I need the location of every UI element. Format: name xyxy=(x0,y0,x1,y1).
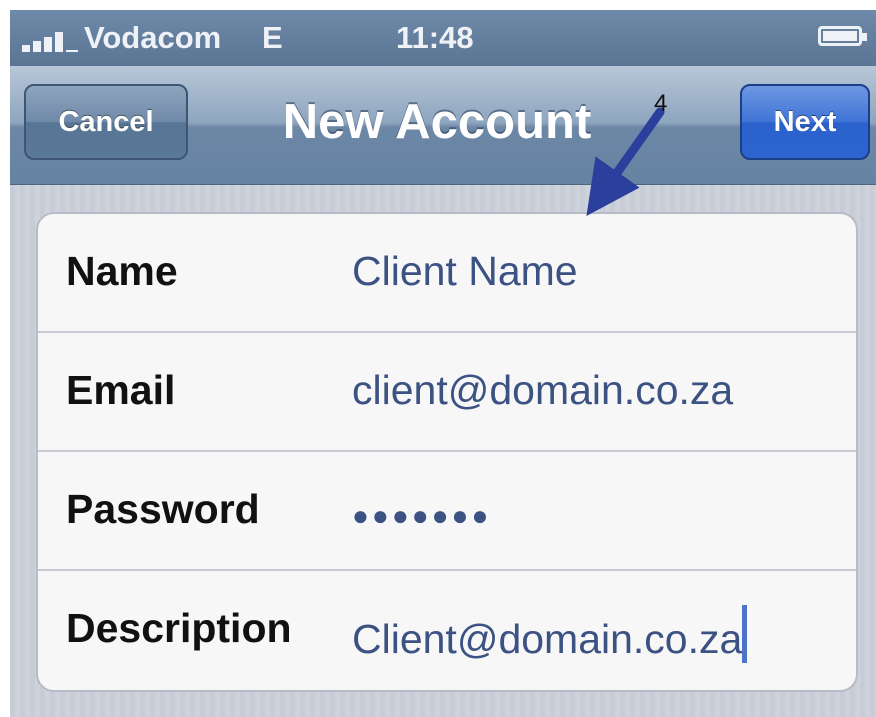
name-field[interactable]: Client Name xyxy=(352,248,578,295)
network-type: E xyxy=(262,20,283,55)
form-row-password[interactable]: Password ●●●●●●● xyxy=(38,452,856,571)
password-field[interactable]: ●●●●●●● xyxy=(352,500,491,532)
annotation-number: 4 xyxy=(654,90,668,117)
form-row-email[interactable]: Email client@domain.co.za xyxy=(38,333,856,452)
status-bar: Vodacom E 11:48 xyxy=(10,10,876,66)
annotation-arrow-icon xyxy=(586,107,665,217)
form-row-name[interactable]: Name Client Name xyxy=(38,214,856,333)
description-field[interactable]: Client@domain.co.za xyxy=(352,616,742,662)
status-time: 11:48 xyxy=(396,20,474,55)
description-field-wrapper[interactable]: Client@domain.co.za xyxy=(352,605,748,663)
name-label: Name xyxy=(66,248,178,294)
signal-strength-icon xyxy=(22,32,84,52)
next-button[interactable]: Next xyxy=(740,84,870,160)
email-field[interactable]: client@domain.co.za xyxy=(352,367,733,414)
navigation-bar: Cancel New Account Next xyxy=(10,66,876,185)
password-label: Password xyxy=(66,486,260,532)
text-cursor xyxy=(742,605,748,663)
cancel-button[interactable]: Cancel xyxy=(24,84,188,160)
description-label: Description xyxy=(66,605,292,651)
screenshot-frame: Vodacom E 11:48 Cancel New Account Next … xyxy=(0,0,876,717)
account-form: Name Client Name Email client@domain.co.… xyxy=(36,212,858,692)
carrier-name: Vodacom xyxy=(84,20,222,55)
phone-screen: Vodacom E 11:48 Cancel New Account Next … xyxy=(10,10,876,717)
email-label: Email xyxy=(66,367,176,413)
form-row-description[interactable]: Description Client@domain.co.za xyxy=(38,571,856,690)
battery-icon xyxy=(818,26,867,46)
